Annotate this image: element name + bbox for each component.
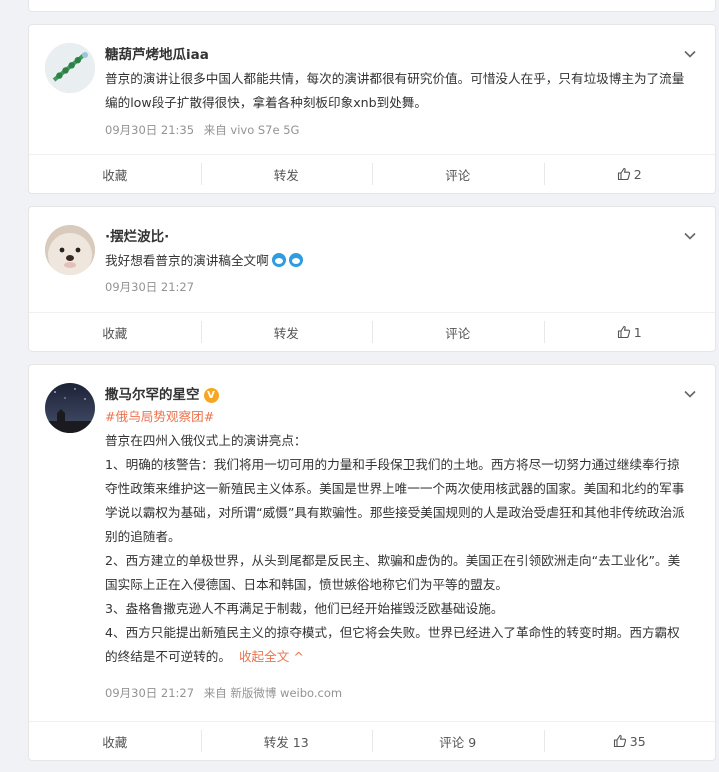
post-content: 普京的演讲让很多中国人都能共情，每次的演讲都很有研究价值。可惜没人在乎，只有垃圾… [105, 67, 691, 115]
action-bar: 收藏 转发 评论 1 [29, 312, 715, 351]
like-count: 1 [633, 324, 642, 340]
like-button[interactable]: 1 [543, 313, 716, 351]
favorite-button[interactable]: 收藏 [29, 722, 201, 760]
chevron-down-icon[interactable] [683, 387, 697, 401]
avatar[interactable] [45, 383, 95, 433]
action-bar: 收藏 转发 13 评论 9 35 [29, 721, 715, 760]
thumbs-up-icon [617, 325, 630, 339]
post-source: 来自 vivo S7e 5G [203, 123, 300, 137]
post-paragraph: 我好想看普京的演讲稿全文啊 [105, 253, 269, 268]
repost-button[interactable]: 转发 [200, 313, 373, 351]
username[interactable]: ·摆烂波比· [105, 225, 169, 245]
repost-button[interactable]: 转发 13 [200, 722, 373, 760]
post-meta: 09月30日 21:35 来自 vivo S7e 5G [105, 122, 305, 138]
previous-post-card-edge [28, 0, 716, 12]
chevron-down-icon[interactable] [683, 47, 697, 61]
comment-label: 评论 [445, 167, 471, 183]
post-time[interactable]: 09月30日 21:27 [105, 686, 194, 700]
favorite-label: 收藏 [102, 734, 128, 750]
doraemon-emoji-icon [271, 253, 286, 267]
post-time[interactable]: 09月30日 21:27 [105, 280, 194, 294]
topic-link[interactable]: #俄乌局势观察团# [105, 409, 214, 424]
post-time[interactable]: 09月30日 21:35 [105, 123, 194, 137]
post-meta: 09月30日 21:27 [105, 279, 200, 295]
repost-label: 转发 13 [263, 734, 309, 750]
post-paragraph: 普京在四州入俄仪式上的演讲亮点： [105, 433, 307, 448]
action-bar: 收藏 转发 评论 2 [29, 154, 715, 193]
chevron-down-icon[interactable] [683, 229, 697, 243]
post-paragraph: 2、西方建立的单极世界，从头到尾都是反民主、欺骗和虚伪的。美国正在引领欧洲走向“… [105, 553, 681, 592]
post-source: 来自 新版微博 weibo.com [203, 686, 343, 700]
favorite-button[interactable]: 收藏 [29, 155, 201, 193]
repost-button[interactable]: 转发 [200, 155, 373, 193]
comment-button[interactable]: 评论 9 [372, 722, 544, 760]
thumbs-up-icon [613, 734, 626, 748]
username[interactable]: 糖葫芦烤地瓜iaa [105, 43, 209, 63]
doraemon-emoji-icon [288, 253, 303, 267]
post-card: ·摆烂波比· 我好想看普京的演讲稿全文啊 09月30日 21:27 收藏 转发 … [28, 206, 716, 352]
post-paragraph: 1、明确的核警告：我们将用一切可用的力量和手段保卫我们的土地。西方将尽一切努力通… [105, 457, 685, 544]
post-content: #俄乌局势观察团# 普京在四州入俄仪式上的演讲亮点： 1、明确的核警告：我们将用… [105, 405, 691, 669]
favorite-label: 收藏 [102, 325, 128, 341]
like-count: 2 [633, 166, 642, 182]
comment-label: 评论 [445, 325, 471, 341]
post-meta: 09月30日 21:27 来自 新版微博 weibo.com [105, 685, 348, 701]
favorite-label: 收藏 [102, 167, 128, 183]
comment-label: 评论 9 [439, 734, 477, 750]
repost-label: 转发 [273, 325, 299, 341]
comment-button[interactable]: 评论 [372, 155, 544, 193]
comment-button[interactable]: 评论 [372, 313, 544, 351]
favorite-button[interactable]: 收藏 [29, 313, 201, 351]
like-count: 35 [629, 733, 646, 749]
post-paragraph: 4、西方只能提出新殖民主义的掠夺模式，但它将会失败。世界已经进入了革命性的转变时… [105, 625, 680, 664]
post-content: 我好想看普京的演讲稿全文啊 [105, 249, 691, 273]
verified-badge-icon: V [203, 388, 219, 403]
post-paragraph: 3、盎格鲁撒克逊人不再满足于制裁，他们已经开始摧毁泛欧基础设施。 [105, 601, 504, 616]
post-card: 糖葫芦烤地瓜iaa 普京的演讲让很多中国人都能共情，每次的演讲都很有研究价值。可… [28, 24, 716, 194]
post-paragraph: 普京的演讲让很多中国人都能共情，每次的演讲都很有研究价值。可惜没人在乎，只有垃圾… [105, 71, 685, 110]
like-button[interactable]: 2 [543, 155, 716, 193]
collapse-full-text-link[interactable]: 收起全文 ^ [239, 649, 304, 664]
repost-label: 转发 [273, 167, 299, 183]
username: 撒马尔罕的星空 V [105, 383, 219, 403]
thumbs-up-icon [617, 167, 630, 181]
username-text[interactable]: 撒马尔罕的星空 [105, 387, 200, 403]
like-button[interactable]: 35 [543, 722, 716, 760]
post-card: 撒马尔罕的星空 V #俄乌局势观察团# 普京在四州入俄仪式上的演讲亮点： 1、明确… [28, 364, 716, 761]
avatar[interactable] [45, 225, 95, 275]
avatar[interactable] [45, 43, 95, 93]
